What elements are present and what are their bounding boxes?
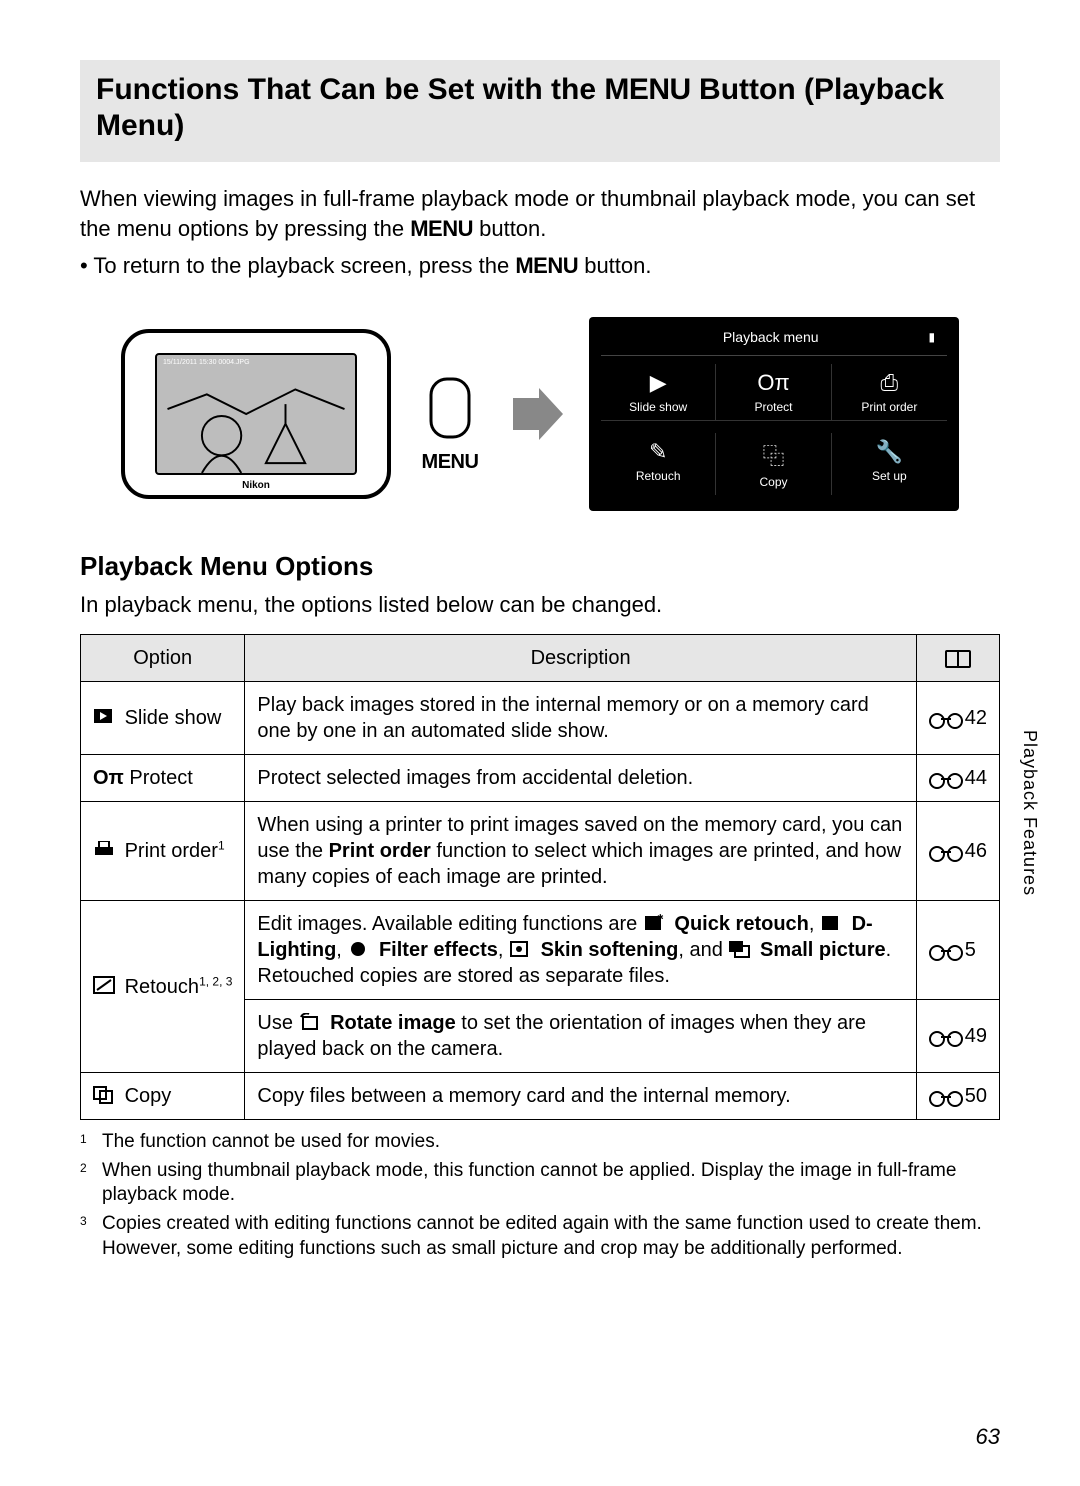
menu-item-retouch[interactable]: ✎ Retouch [601, 433, 716, 495]
reference-page: 42 [965, 707, 987, 729]
menu-item-protect[interactable]: Oπ Protect [716, 364, 831, 421]
svg-text:✱: ✱ [657, 914, 664, 922]
book-icon [945, 650, 971, 668]
menu-item-label: Set up [872, 469, 907, 483]
page-title-band: Functions That Can be Set with the MENU … [80, 60, 1000, 162]
option-name: Print order [125, 840, 218, 862]
option-name: Copy [125, 1085, 172, 1107]
menu-item-slideshow[interactable]: ▶ Slide show [601, 364, 716, 421]
intro-line1b: button. [473, 216, 546, 241]
section-heading: Playback Menu Options [80, 551, 1000, 582]
menu-item-label: Retouch [636, 469, 681, 483]
reference-page: 50 [965, 1085, 987, 1107]
d-lighting-icon [820, 914, 842, 932]
option-description: Copy files between a memory card and the… [245, 1073, 916, 1120]
filter-effects-icon [347, 940, 369, 958]
menu-word: MENU [604, 73, 690, 106]
footnote-sup: 1 [218, 838, 225, 852]
th-description: Description [245, 635, 916, 682]
menu-word-inline1: MENU [410, 216, 473, 241]
reference-page: 44 [965, 767, 987, 789]
option-name: Slide show [125, 707, 222, 729]
copy-icon [93, 1086, 115, 1104]
protect-icon: Oπ [716, 370, 830, 396]
rotate-image-icon [299, 1013, 321, 1031]
menu-button-label: MENU [422, 451, 479, 474]
menu-button-callout: MENU [415, 354, 485, 474]
reference-page: 46 [965, 840, 987, 862]
footnotes: 1The function cannot be used for movies.… [80, 1130, 1000, 1261]
bullet-pre: To return to the playback screen, press … [93, 253, 515, 278]
camera-scene-icon [157, 355, 355, 473]
option-name: Retouch [125, 976, 200, 998]
menu-item-label: Print order [861, 400, 917, 414]
retouch-icon [93, 976, 115, 994]
battery-icon: ▮ [929, 330, 936, 344]
setup-icon: 🔧 [832, 439, 947, 465]
menu-item-copy[interactable]: ⿻ Copy [716, 433, 831, 495]
option-name: Protect [124, 767, 193, 789]
quick-retouch-icon: ✱ [643, 914, 665, 932]
page-number: 63 [976, 1424, 1000, 1450]
menu-item-setup[interactable]: 🔧 Set up [832, 433, 947, 495]
menu-word-inline2: MENU [515, 253, 578, 278]
footnote-sup: 1, 2, 3 [199, 974, 232, 988]
figure-row: 15/11/2011 15:30 0004.JPG Nikon MENU Pla… [80, 317, 1000, 511]
section-lead: In playback menu, the options listed bel… [80, 592, 1000, 618]
skin-softening-icon [509, 940, 531, 958]
print-order-icon: ⎙ [832, 370, 947, 396]
footnote-text: The function cannot be used for movies. [102, 1130, 440, 1155]
menu-item-label: Copy [759, 475, 787, 489]
footnote-text: When using thumbnail playback mode, this… [102, 1159, 1000, 1208]
option-description: Protect selected images from accidental … [245, 755, 916, 802]
menu-item-print-order[interactable]: ⎙ Print order [832, 364, 947, 421]
option-description: When using a printer to print images sav… [245, 802, 916, 901]
option-description: Use Rotate image to set the orientation … [245, 1000, 916, 1073]
table-row: Retouch1, 2, 3 Edit images. Available ed… [81, 901, 1000, 1000]
copy-icon: ⿻ [716, 439, 830, 471]
page-title: Functions That Can be Set with the MENU … [96, 72, 984, 144]
print-order-icon [93, 841, 115, 859]
th-reference [916, 635, 999, 682]
option-description: Edit images. Available editing functions… [245, 901, 916, 1000]
table-row: Copy Copy files between a memory card an… [81, 1073, 1000, 1120]
bullet-post: button. [578, 253, 651, 278]
options-table: Option Description Slide show Play back … [80, 634, 1000, 1120]
retouch-icon: ✎ [601, 439, 715, 465]
reference-icon [929, 771, 963, 787]
reference-icon [929, 1089, 963, 1105]
intro-text: When viewing images in full-frame playba… [80, 184, 1000, 281]
reference-page: 5 [965, 939, 976, 961]
reference-icon [929, 844, 963, 860]
reference-icon [929, 943, 963, 959]
protect-icon: Oπ [93, 767, 124, 789]
footnote-text: Copies created with editing functions ca… [102, 1212, 1000, 1261]
reference-icon [929, 1029, 963, 1045]
reference-page: 49 [965, 1025, 987, 1047]
camera-screen: 15/11/2011 15:30 0004.JPG [155, 353, 357, 475]
menu-item-label: Slide show [629, 400, 687, 414]
menu-panel-title: Playback menu [723, 329, 819, 345]
camera-brand: Nikon [242, 480, 270, 491]
small-picture-icon [728, 940, 750, 958]
side-tab: Playback Features [1019, 730, 1040, 896]
title-part1: Functions That Can be Set with the [96, 73, 604, 106]
slideshow-icon: ▶ [601, 370, 715, 396]
arrow-icon [509, 386, 565, 442]
table-row: Oπ Protect Protect selected images from … [81, 755, 1000, 802]
th-option: Option [81, 635, 245, 682]
slideshow-icon [93, 708, 115, 726]
table-row: Slide show Play back images stored in th… [81, 682, 1000, 755]
camera-illustration: 15/11/2011 15:30 0004.JPG Nikon [121, 329, 391, 499]
playback-menu-panel: Playback menu ▮ ▶ Slide show Oπ Protect … [589, 317, 959, 511]
menu-item-label: Protect [754, 400, 792, 414]
table-row: Print order1 When using a printer to pri… [81, 802, 1000, 901]
reference-icon [929, 711, 963, 727]
menu-button-icon [425, 373, 475, 443]
option-description: Play back images stored in the internal … [245, 682, 916, 755]
